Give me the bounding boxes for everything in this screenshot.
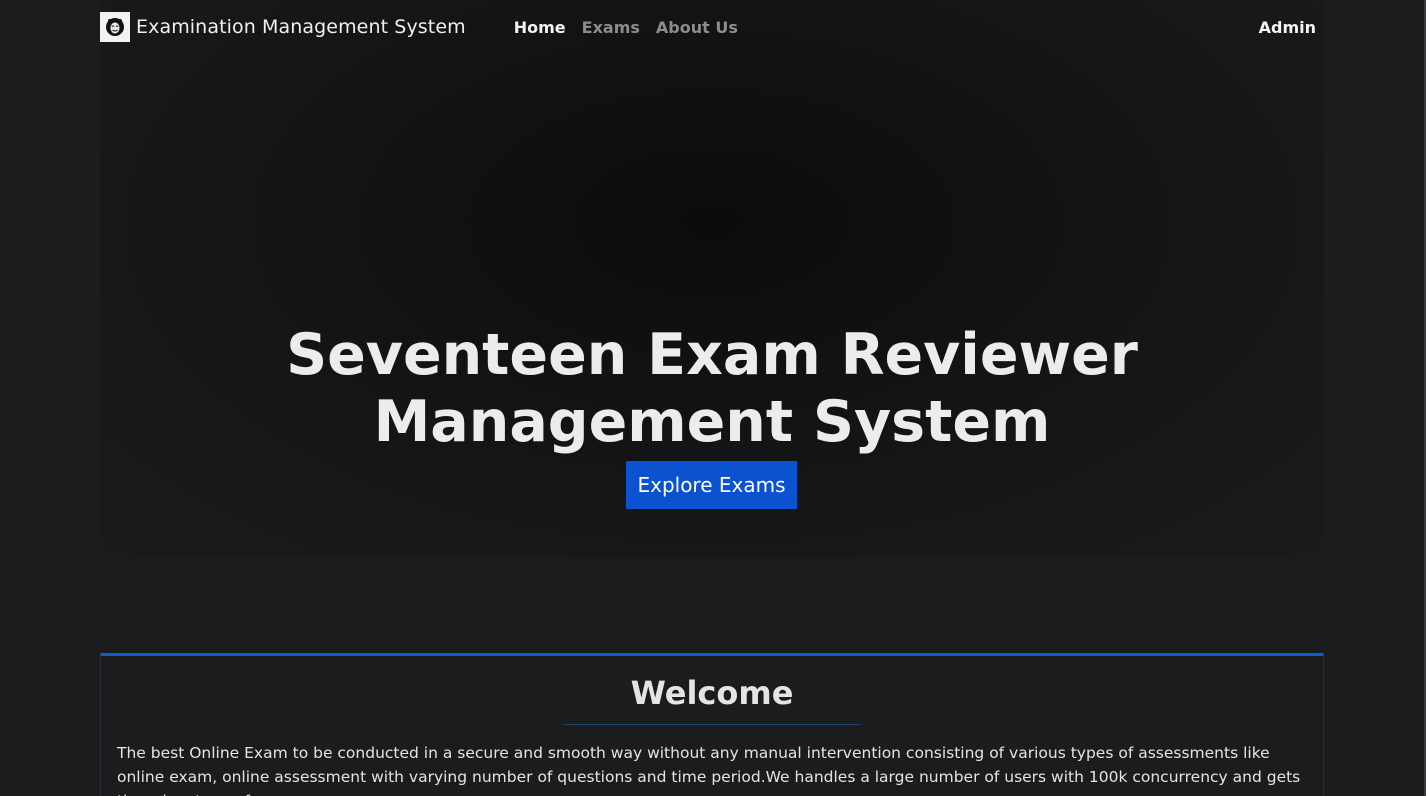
welcome-card: Welcome The best Online Exam to be condu… <box>100 653 1324 796</box>
admin-user-link[interactable]: Admin <box>1259 18 1316 37</box>
nav-links: Home Exams About Us <box>514 18 738 37</box>
welcome-title: Welcome <box>630 674 794 712</box>
hacker-mask-icon <box>100 12 130 42</box>
hero-title: Seventeen Exam Reviewer Management Syste… <box>286 322 1138 455</box>
top-navbar: Examination Management System Home Exams… <box>0 0 1426 54</box>
explore-exams-button[interactable]: Explore Exams <box>626 461 797 509</box>
nav-link-exams[interactable]: Exams <box>582 18 640 37</box>
hero-section: Seventeen Exam Reviewer Management Syste… <box>100 0 1324 557</box>
brand-link[interactable]: Examination Management System <box>100 12 466 42</box>
page: Seventeen Exam Reviewer Management Syste… <box>0 0 1426 796</box>
nav-link-home[interactable]: Home <box>514 18 566 37</box>
nav-user-area: Admin <box>1259 18 1316 37</box>
brand-name: Examination Management System <box>136 16 466 38</box>
nav-link-about-us[interactable]: About Us <box>656 18 738 37</box>
welcome-text: The best Online Exam to be conducted in … <box>117 744 1301 796</box>
